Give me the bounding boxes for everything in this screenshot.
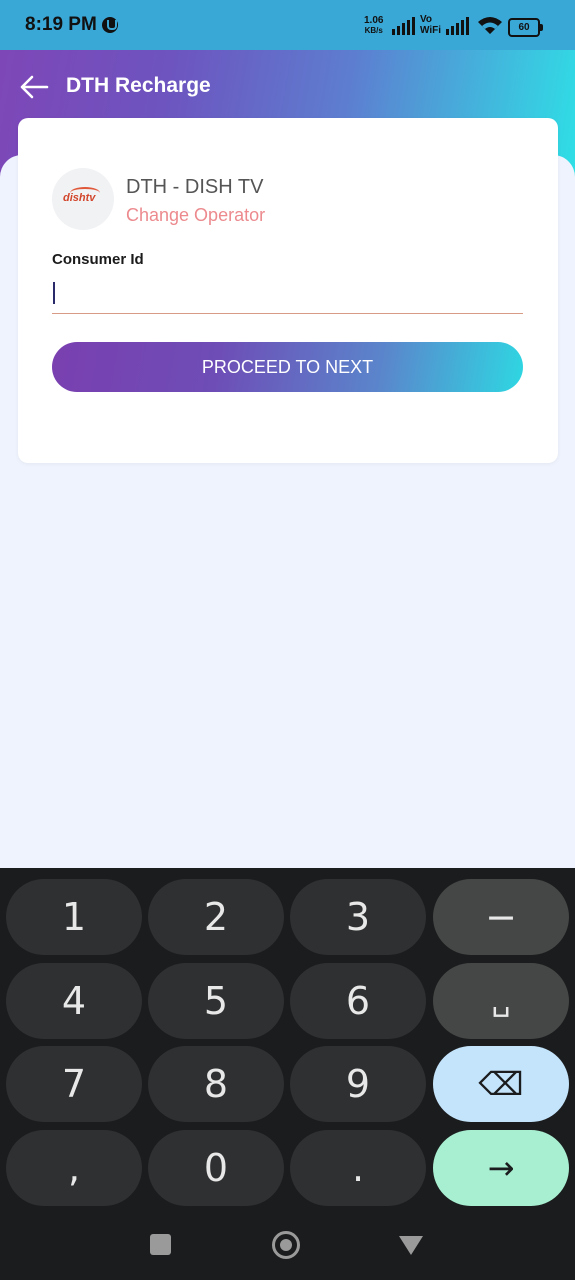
key-7[interactable]: 7 xyxy=(6,1046,142,1122)
backspace-key[interactable]: ⌫ xyxy=(433,1046,569,1122)
wifi-icon xyxy=(478,17,502,34)
vowifi-top: Vo xyxy=(420,14,433,25)
minus-key[interactable]: − xyxy=(433,879,569,955)
battery-icon: 60 xyxy=(508,18,543,37)
operator-logo: dishtv xyxy=(52,168,114,230)
operator-name: DTH - DISH TV xyxy=(126,176,264,198)
enter-key[interactable]: → xyxy=(433,1130,569,1206)
key-0[interactable]: 0 xyxy=(148,1130,284,1206)
numeric-keyboard: 1 2 3 − 4 5 6 ␣ 7 8 9 ⌫ , 0 . → xyxy=(0,868,575,1280)
back-triangle-icon[interactable] xyxy=(398,1234,424,1256)
recharge-card: dishtv DTH - DISH TV Change Operator Con… xyxy=(18,118,558,463)
key-4[interactable]: 4 xyxy=(6,963,142,1039)
app-header: DTH Recharge xyxy=(0,60,575,114)
key-3[interactable]: 3 xyxy=(290,879,426,955)
back-arrow-icon[interactable] xyxy=(19,74,49,100)
proceed-button[interactable]: PROCEED TO NEXT xyxy=(52,342,523,392)
status-bar: 8:19 PM 1.06 KB/s Vo WiFi 60 xyxy=(0,0,575,50)
change-operator-link[interactable]: Change Operator xyxy=(126,205,265,226)
home-icon[interactable] xyxy=(272,1231,300,1259)
recents-icon[interactable] xyxy=(150,1234,171,1255)
key-8[interactable]: 8 xyxy=(148,1046,284,1122)
cellular-signal-icon xyxy=(392,17,416,35)
key-2[interactable]: 2 xyxy=(148,879,284,955)
key-9[interactable]: 9 xyxy=(290,1046,426,1122)
vowifi-bottom: WiFi xyxy=(420,25,442,36)
comma-key[interactable]: , xyxy=(6,1130,142,1206)
text-cursor xyxy=(53,282,55,304)
operator-logo-text: dishtv xyxy=(63,192,96,204)
key-5[interactable]: 5 xyxy=(148,963,284,1039)
network-speed: 1.06 KB/s xyxy=(364,16,383,36)
consumer-id-input[interactable] xyxy=(52,278,523,314)
consumer-id-label: Consumer Id xyxy=(52,251,144,268)
key-6[interactable]: 6 xyxy=(290,963,426,1039)
vowifi-indicator: Vo WiFi xyxy=(420,14,441,36)
cellular-signal-2-icon xyxy=(446,17,470,35)
key-1[interactable]: 1 xyxy=(6,879,142,955)
shield-icon xyxy=(102,17,118,33)
network-speed-value: 1.06 xyxy=(364,15,384,26)
network-speed-unit: KB/s xyxy=(364,26,383,35)
status-time: 8:19 PM xyxy=(25,14,97,35)
space-key[interactable]: ␣ xyxy=(433,963,569,1039)
page-title: DTH Recharge xyxy=(66,74,211,97)
period-key[interactable]: . xyxy=(290,1130,426,1206)
